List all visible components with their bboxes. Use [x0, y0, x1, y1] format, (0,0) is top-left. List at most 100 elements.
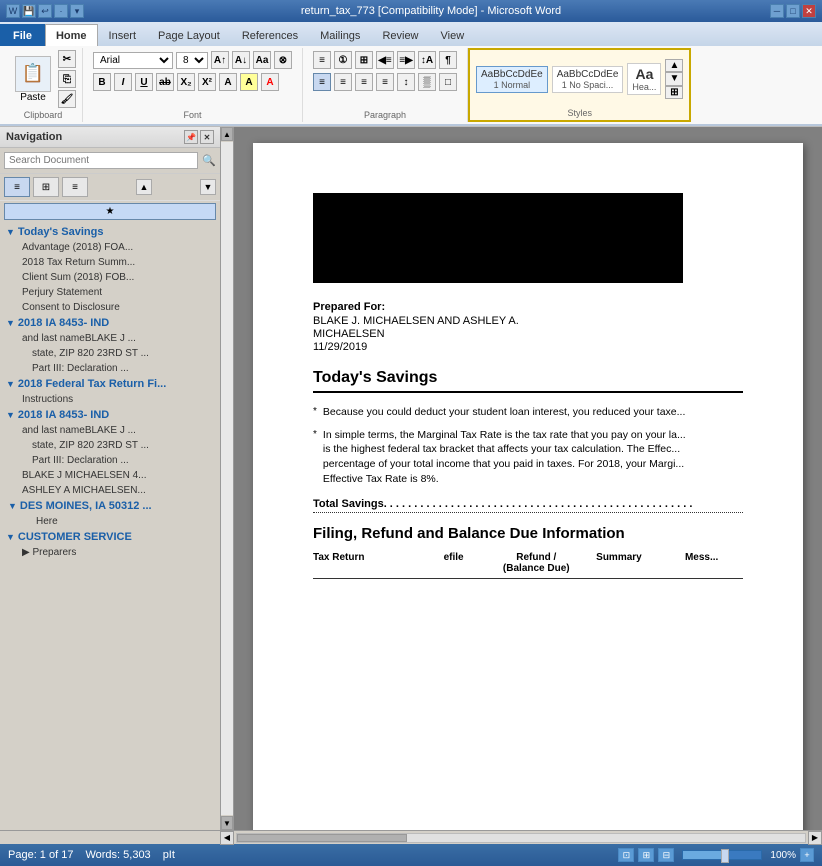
font-name-select[interactable]: Arial	[93, 52, 173, 69]
close-button[interactable]: ✕	[802, 4, 816, 18]
tab-references[interactable]: References	[231, 24, 309, 46]
quick-access-2[interactable]: ↩	[38, 4, 52, 18]
nav-previous-button[interactable]: ▲	[136, 179, 152, 195]
align-center-button[interactable]: ≡	[334, 73, 352, 91]
status-language[interactable]: pIt	[163, 849, 175, 861]
nav-results-view-button[interactable]: ≡	[62, 177, 88, 197]
nav-section-header-customer-service[interactable]: ▼ CUSTOMER SERVICE	[0, 529, 220, 545]
nav-pin-button[interactable]: 📌	[184, 130, 198, 144]
underline-button[interactable]: U	[135, 73, 153, 91]
quick-access-3[interactable]: ·	[54, 4, 68, 18]
tab-home[interactable]: Home	[45, 24, 98, 46]
quick-access-1[interactable]: 💾	[22, 4, 36, 18]
nav-item-blake[interactable]: BLAKE J MICHAELSEN 4...	[0, 468, 220, 483]
nav-section-header-todays-savings[interactable]: ▼ Today's Savings	[0, 224, 220, 240]
nav-item-instructions[interactable]: Instructions	[0, 392, 220, 407]
scrollbar-down-button[interactable]: ▼	[221, 816, 233, 830]
numbering-button[interactable]: ①	[334, 51, 352, 69]
styles-expand-button[interactable]: ⊞	[665, 86, 683, 99]
nav-pages-view-button[interactable]: ⊞	[33, 177, 59, 197]
nav-section-header-federal[interactable]: ▼ 2018 Federal Tax Return Fi...	[0, 376, 220, 392]
nav-close-button[interactable]: ✕	[200, 130, 214, 144]
format-painter-button[interactable]: 🖌	[58, 90, 76, 108]
copy-button[interactable]: ⎘	[58, 70, 76, 88]
hscroll-right-button[interactable]: ▶	[808, 831, 822, 845]
decrease-indent-button[interactable]: ◀≡	[376, 51, 394, 69]
tab-page-layout[interactable]: Page Layout	[147, 24, 231, 46]
window-state[interactable]: ▾	[70, 4, 84, 18]
nav-item-preparers[interactable]: ▶ Preparers	[0, 545, 220, 560]
view-normal-button[interactable]: ⊡	[618, 848, 634, 862]
grow-font-button[interactable]: A↑	[211, 51, 229, 69]
nav-item-ashley[interactable]: ASHLEY A MICHAELSEN...	[0, 483, 220, 498]
strikethrough-button[interactable]: ab	[156, 73, 174, 91]
shrink-font-button[interactable]: A↓	[232, 51, 250, 69]
nav-section-header-des-moines[interactable]: ▼ DES MOINES, IA 50312 ...	[0, 498, 220, 514]
window-controls[interactable]: W 💾 ↩ · ▾	[6, 4, 84, 18]
sort-button[interactable]: ↕A	[418, 51, 436, 69]
bold-button[interactable]: B	[93, 73, 111, 91]
horizontal-scrollbar[interactable]: ◀ ▶	[0, 830, 822, 844]
nav-item-perjury[interactable]: Perjury Statement	[0, 285, 220, 300]
change-case-button[interactable]: Aa	[253, 51, 271, 69]
zoom-slider[interactable]	[682, 850, 762, 860]
nav-sub-item-zip-2[interactable]: state, ZIP 820 23RD ST ...	[0, 438, 220, 453]
nav-item-advantage[interactable]: Advantage (2018) FOA...	[0, 240, 220, 255]
clear-format-button[interactable]: ⊗	[274, 51, 292, 69]
line-spacing-button[interactable]: ↕	[397, 73, 415, 91]
nav-section-header-ia8453-2[interactable]: ▼ 2018 IA 8453- IND	[0, 407, 220, 423]
minimize-button[interactable]: ─	[770, 4, 784, 18]
highlight-button[interactable]: A	[240, 73, 258, 91]
view-fullscreen-button[interactable]: ⊞	[638, 848, 654, 862]
scrollbar-up-button[interactable]: ▲	[221, 127, 233, 141]
increase-indent-button[interactable]: ≡▶	[397, 51, 415, 69]
show-formatting-button[interactable]: ¶	[439, 51, 457, 69]
justify-button[interactable]: ≡	[376, 73, 394, 91]
style-heading1[interactable]: Aa Hea...	[627, 63, 661, 95]
multilevel-button[interactable]: ⊞	[355, 51, 373, 69]
nav-sub-item-part3-2[interactable]: Part III: Declaration ...	[0, 453, 220, 468]
nav-headings-view-button[interactable]: ≡	[4, 177, 30, 197]
nav-vertical-scrollbar[interactable]: ▲ ▼	[220, 127, 234, 830]
nav-search-input[interactable]	[4, 152, 198, 169]
font-color-button[interactable]: A	[261, 73, 279, 91]
subscript-button[interactable]: X₂	[177, 73, 195, 91]
tab-view[interactable]: View	[430, 24, 476, 46]
zoom-in-button[interactable]: +	[800, 848, 814, 862]
tab-review[interactable]: Review	[371, 24, 429, 46]
nav-item-here[interactable]: Here	[0, 514, 220, 529]
zoom-thumb[interactable]	[721, 849, 729, 863]
nav-item-lastname-1[interactable]: and last nameBLAKE J ...	[0, 331, 220, 346]
document-area[interactable]: Prepared For: BLAKE J. MICHAELSEN AND AS…	[234, 127, 822, 830]
align-left-button[interactable]: ≡	[313, 73, 331, 91]
borders-button[interactable]: □	[439, 73, 457, 91]
view-web-button[interactable]: ⊟	[658, 848, 674, 862]
nav-item-tax-return-summ[interactable]: 2018 Tax Return Summ...	[0, 255, 220, 270]
nav-item-consent[interactable]: Consent to Disclosure	[0, 300, 220, 315]
font-size-select[interactable]: 8	[176, 52, 208, 69]
nav-item-client-sum[interactable]: Client Sum (2018) FOB...	[0, 270, 220, 285]
nav-item-lastname-2[interactable]: and last nameBLAKE J ...	[0, 423, 220, 438]
shading-button[interactable]: ▒	[418, 73, 436, 91]
italic-button[interactable]: I	[114, 73, 132, 91]
style-normal[interactable]: AaBbCcDdEe 1 Normal	[476, 66, 548, 93]
hscroll-thumb[interactable]	[237, 834, 407, 842]
bullets-button[interactable]: ≡	[313, 51, 331, 69]
paste-button[interactable]: 📋 Paste	[10, 53, 56, 106]
text-effects-button[interactable]: A	[219, 73, 237, 91]
nav-section-header-ia8453-1[interactable]: ▼ 2018 IA 8453- IND	[0, 315, 220, 331]
styles-up-button[interactable]: ▲	[665, 59, 683, 72]
styles-down-button[interactable]: ▼	[665, 72, 683, 85]
nav-sub-item-part3-1[interactable]: Part III: Declaration ...	[0, 361, 220, 376]
maximize-button[interactable]: □	[786, 4, 800, 18]
hscroll-left-button[interactable]: ◀	[220, 831, 234, 845]
tab-mailings[interactable]: Mailings	[309, 24, 371, 46]
tab-file[interactable]: File	[0, 24, 45, 46]
nav-sub-item-zip-1[interactable]: state, ZIP 820 23RD ST ...	[0, 346, 220, 361]
align-right-button[interactable]: ≡	[355, 73, 373, 91]
superscript-button[interactable]: X²	[198, 73, 216, 91]
cut-button[interactable]: ✂	[58, 50, 76, 68]
nav-next-button[interactable]: ▼	[200, 179, 216, 195]
style-no-spacing[interactable]: AaBbCcDdEe 1 No Spaci...	[552, 66, 624, 93]
tab-insert[interactable]: Insert	[98, 24, 148, 46]
